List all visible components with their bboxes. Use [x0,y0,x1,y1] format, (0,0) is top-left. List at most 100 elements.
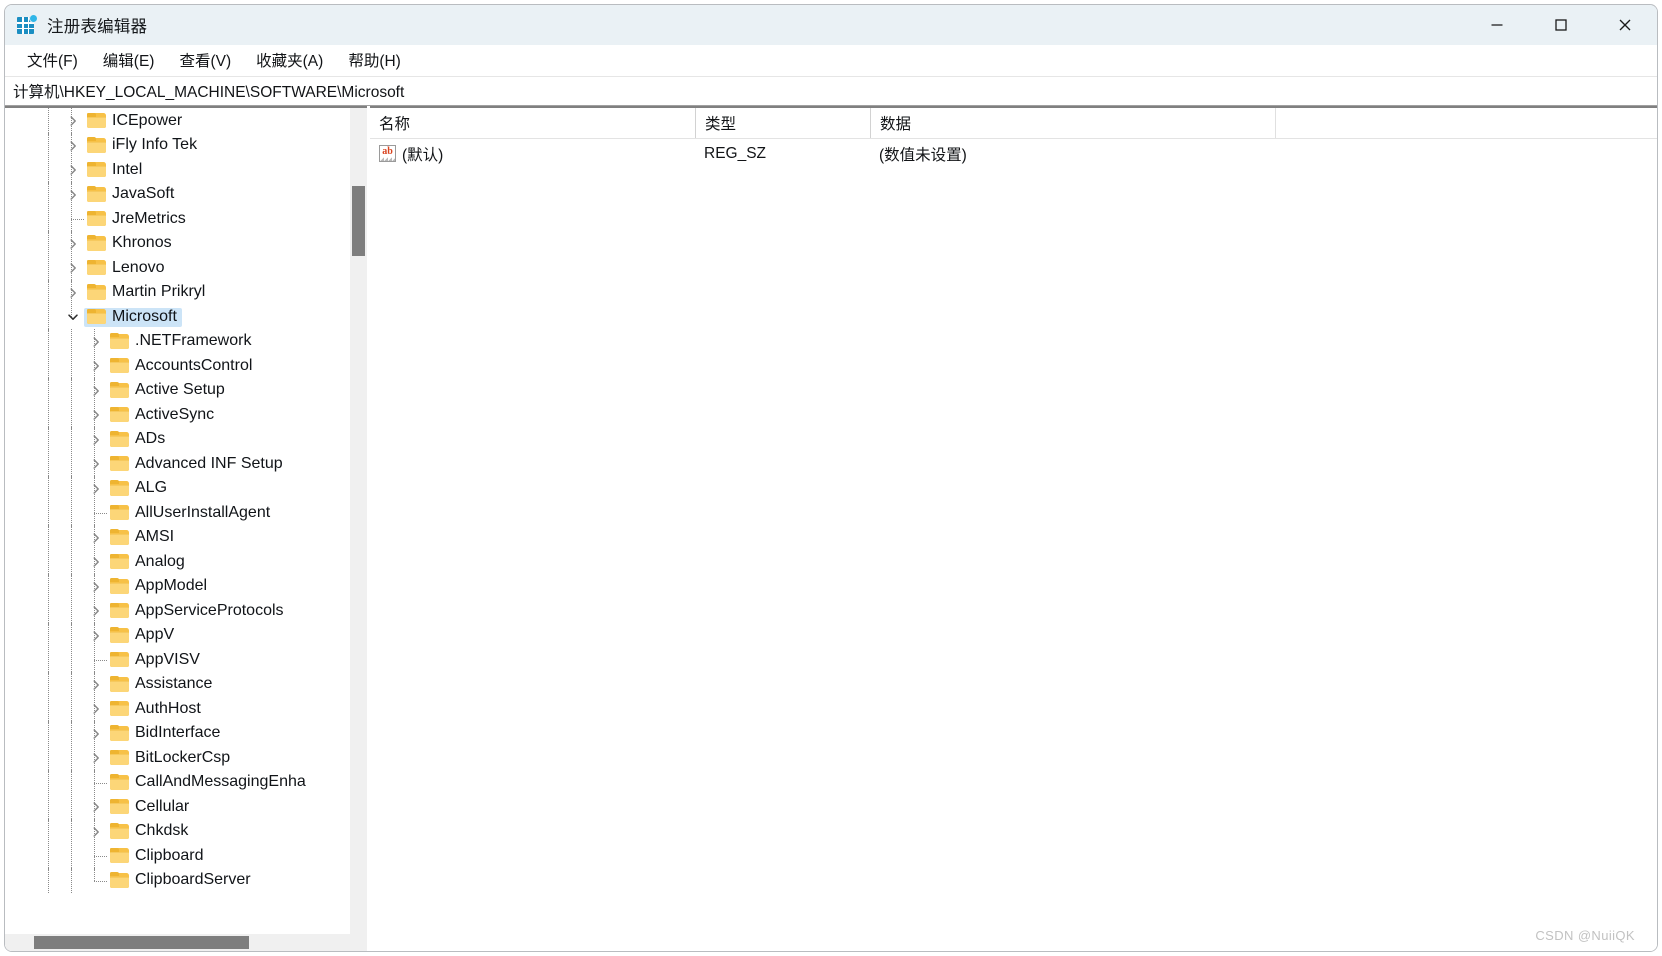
chevron-right-icon[interactable] [87,333,105,351]
chevron-right-icon[interactable] [87,553,105,571]
tree-item-body[interactable]: Lenovo [84,259,170,278]
column-header-name[interactable]: 名称 [370,108,695,138]
menu-view[interactable]: 查看(V) [167,46,244,75]
tree-item-intel[interactable]: Intel [5,157,345,184]
chevron-right-icon[interactable] [87,676,105,694]
tree-item-body[interactable]: JreMetrics [84,210,191,229]
chevron-right-icon[interactable] [87,455,105,473]
tree-item-alluserinstallagent[interactable]: AllUserInstallAgent [5,500,345,527]
tree-item-bidinterface[interactable]: BidInterface [5,720,345,747]
tree-item-body[interactable]: Active Setup [107,381,230,400]
tree-item-chkdsk[interactable]: Chkdsk [5,818,345,845]
tree-item-body[interactable]: AuthHost [107,700,206,719]
tree-item-body[interactable]: Assistance [107,675,217,694]
tree-item-callandmessagingenha[interactable]: CallAndMessagingEnha [5,769,345,796]
menu-favorites[interactable]: 收藏夹(A) [244,46,336,75]
chevron-right-icon[interactable] [64,284,82,302]
tree-item-ifly-info-tek[interactable]: iFly Info Tek [5,132,345,159]
chevron-right-icon[interactable] [87,382,105,400]
tree-item-body[interactable]: ALG [107,479,172,498]
value-row[interactable]: ab (默认) REG_SZ (数值未设置) [370,139,1657,168]
tree-item-advanced-inf-setup[interactable]: Advanced INF Setup [5,451,345,478]
tree-item-netframework[interactable]: .NETFramework [5,328,345,355]
chevron-right-icon[interactable] [87,357,105,375]
tree-item-body[interactable]: iFly Info Tek [84,136,202,155]
tree-item-amsi[interactable]: AMSI [5,524,345,551]
tree-item-body[interactable]: ICEpower [84,112,187,131]
tree-item-body[interactable]: BidInterface [107,724,225,743]
chevron-right-icon[interactable] [87,749,105,767]
tree-item-body[interactable]: Martin Prikryl [84,283,210,302]
menu-edit[interactable]: 编辑(E) [91,46,168,75]
column-header-data[interactable]: 数据 [870,108,1275,138]
tree-item-body[interactable]: Cellular [107,798,194,817]
chevron-right-icon[interactable] [87,823,105,841]
tree-item-body[interactable]: AppV [107,626,179,645]
chevron-right-icon[interactable] [87,700,105,718]
tree-item-appvisv[interactable]: AppVISV [5,647,345,674]
tree-item-body[interactable]: ActiveSync [107,406,219,425]
tree-item-body[interactable]: Clipboard [107,847,208,866]
tree-vertical-scroll-thumb[interactable] [352,186,365,256]
column-header-type[interactable]: 类型 [695,108,870,138]
close-button[interactable] [1593,5,1657,45]
tree-item-active-setup[interactable]: Active Setup [5,377,345,404]
tree-item-appserviceprotocols[interactable]: AppServiceProtocols [5,598,345,625]
tree-item-ads[interactable]: ADs [5,426,345,453]
tree-item-body[interactable]: AMSI [107,528,179,547]
chevron-right-icon[interactable] [87,602,105,620]
minimize-button[interactable] [1465,5,1529,45]
chevron-right-icon[interactable] [87,725,105,743]
tree-item-body[interactable]: Intel [84,161,147,180]
chevron-right-icon[interactable] [87,529,105,547]
chevron-right-icon[interactable] [87,627,105,645]
tree-item-body[interactable]: AppVISV [107,651,205,670]
tree-item-body[interactable]: Analog [107,553,190,572]
chevron-right-icon[interactable] [87,406,105,424]
menu-help[interactable]: 帮助(H) [336,46,414,75]
chevron-right-icon[interactable] [87,431,105,449]
chevron-right-icon[interactable] [64,112,82,130]
tree-item-body[interactable]: ADs [107,430,170,449]
menu-file[interactable]: 文件(F) [15,46,91,75]
chevron-right-icon[interactable] [87,480,105,498]
tree-item-body[interactable]: .NETFramework [107,332,256,351]
tree-item-lenovo[interactable]: Lenovo [5,255,345,282]
tree-item-accountscontrol[interactable]: AccountsControl [5,353,345,380]
tree-horizontal-scrollbar[interactable] [5,934,367,951]
tree-item-microsoft[interactable]: Microsoft [5,304,345,331]
tree-item-clipboard[interactable]: Clipboard [5,843,345,870]
address-bar[interactable]: 计算机\HKEY_LOCAL_MACHINE\SOFTWARE\Microsof… [5,77,1657,106]
tree-horizontal-scroll-thumb[interactable] [34,936,249,949]
tree-item-body[interactable]: AppServiceProtocols [107,602,289,621]
tree-item-khronos[interactable]: Khronos [5,230,345,257]
tree-item-alg[interactable]: ALG [5,475,345,502]
chevron-right-icon[interactable] [64,137,82,155]
tree-item-body[interactable]: AllUserInstallAgent [107,504,275,523]
chevron-right-icon[interactable] [64,186,82,204]
tree-item-body[interactable]: JavaSoft [84,185,179,204]
tree-item-body[interactable]: CallAndMessagingEnha [107,773,311,792]
tree-item-javasoft[interactable]: JavaSoft [5,181,345,208]
tree-item-body[interactable]: Advanced INF Setup [107,455,288,474]
chevron-right-icon[interactable] [87,578,105,596]
tree-item-activesync[interactable]: ActiveSync [5,402,345,429]
tree-item-jremetrics[interactable]: JreMetrics [5,206,345,233]
tree-item-cellular[interactable]: Cellular [5,794,345,821]
chevron-right-icon[interactable] [87,798,105,816]
tree-item-appmodel[interactable]: AppModel [5,573,345,600]
tree-item-body[interactable]: Khronos [84,234,177,253]
tree-item-body[interactable]: BitLockerCsp [107,749,235,768]
tree-item-body[interactable]: AppModel [107,577,212,596]
tree-vertical-scrollbar[interactable] [350,108,367,934]
chevron-right-icon[interactable] [64,161,82,179]
tree-item-body[interactable]: Chkdsk [107,822,193,841]
tree-item-clipboardserver[interactable]: ClipboardServer [5,867,345,894]
tree-item-martin-prikryl[interactable]: Martin Prikryl [5,279,345,306]
tree-item-body[interactable]: AccountsControl [107,357,257,376]
chevron-down-icon[interactable] [64,308,82,326]
tree-item-assistance[interactable]: Assistance [5,671,345,698]
tree-item-body[interactable]: Microsoft [84,307,182,327]
chevron-right-icon[interactable] [64,259,82,277]
tree-item-bitlockercsp[interactable]: BitLockerCsp [5,745,345,772]
